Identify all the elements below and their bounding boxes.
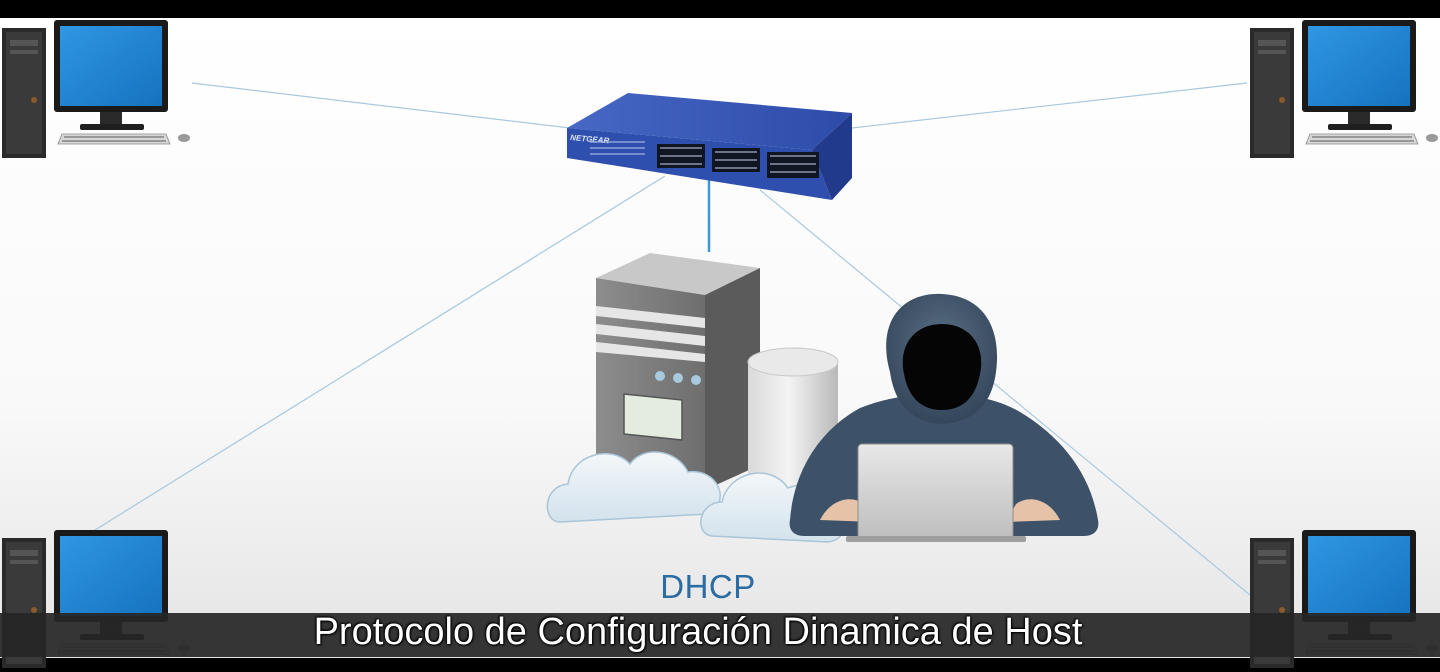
desktop-computer-icon: [1250, 20, 1438, 158]
subtitle-text: Protocolo de Configuración Dinamica de H…: [313, 611, 1083, 653]
video-frame: NETGEAR DHCP Protocolo de Configuración …: [0, 0, 1440, 672]
laptop-icon: [846, 443, 1026, 542]
server-tower-icon: [596, 253, 760, 490]
subtitle: Protocolo de Configuración Dinamica de H…: [0, 611, 1396, 654]
desktop-computer-icon: [2, 20, 190, 158]
dhcp-label: DHCP: [660, 568, 756, 605]
